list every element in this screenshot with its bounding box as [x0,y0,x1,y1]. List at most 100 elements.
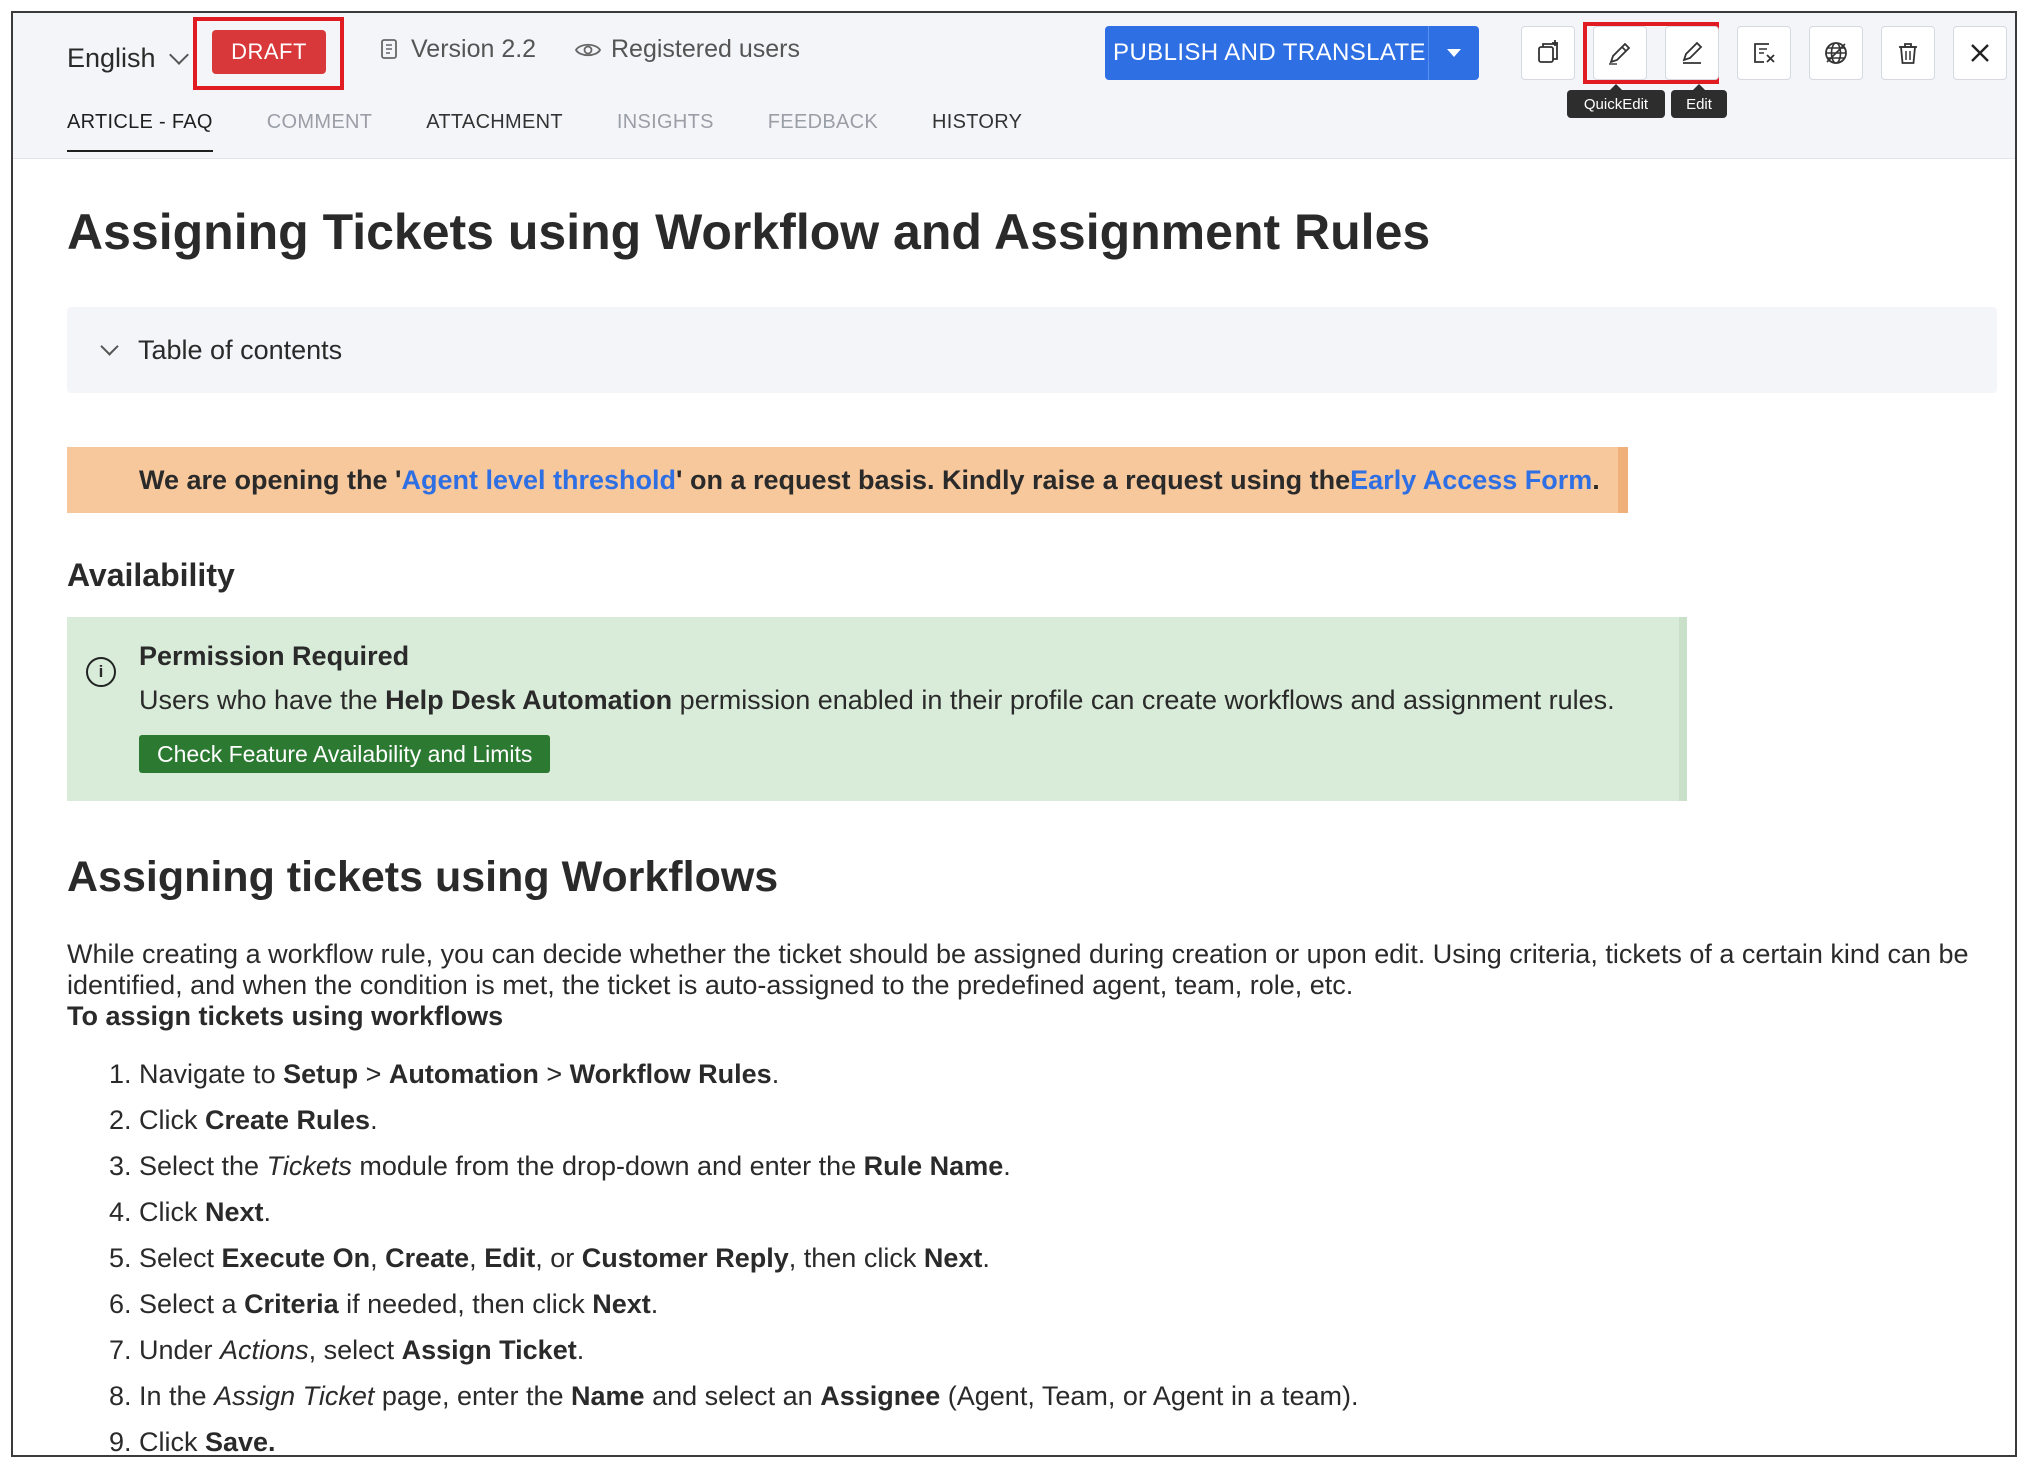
permission-name: Help Desk Automation [385,685,673,715]
step-text: Setup [283,1059,359,1089]
step-text: Automation [388,1059,539,1089]
step-item: Select a Criteria if needed, then click … [139,1285,1359,1331]
step-text: . [263,1197,272,1227]
step-text: Save. [205,1427,276,1457]
step-item: Click Create Rules. [139,1101,1359,1147]
info-icon: i [86,657,116,687]
step-text: In the [139,1381,215,1411]
tab-attachment[interactable]: ATTACHMENT [426,111,563,152]
step-text: if needed, then click [338,1289,593,1319]
step-text: , or [535,1243,582,1273]
edit-pencil-icon [1682,41,1703,64]
step-text: Click [139,1105,205,1135]
tab-bar: ARTICLE - FAQ COMMENT ATTACHMENT INSIGHT… [67,111,1076,152]
check-feature-availability-button[interactable]: Check Feature Availability and Limits [139,735,551,773]
unpublish-icon [1754,43,1775,63]
step-text: Rule Name [863,1151,1004,1181]
agent-level-threshold-link[interactable]: Agent level threshold [401,465,676,496]
step-text: Assign Ticket [401,1335,577,1365]
status-badge: DRAFT [212,30,326,74]
tab-insights[interactable]: INSIGHTS [617,111,714,152]
copy-add-icon [1538,40,1558,63]
permission-text-post: permission enabled in their profile can … [672,685,1615,715]
step-text: module from the drop-down and enter the [351,1151,864,1181]
step-text: Assignee [820,1381,941,1411]
table-of-contents[interactable]: Table of contents [67,307,1997,393]
step-item: Click Next. [139,1193,1359,1239]
visibility-label: Registered users [611,35,800,63]
step-text: Edit [484,1243,536,1273]
step-text: page, enter the [374,1381,572,1411]
step-text: (Agent, Team, or Agent in a team). [940,1381,1359,1411]
step-text: Select a [139,1289,245,1319]
notice-text-mid: ' on a request basis. Kindly raise a req… [676,464,1351,495]
step-text: Under [139,1335,221,1365]
step-text: Criteria [244,1289,339,1319]
step-text: , then click [788,1243,924,1273]
publish-and-translate-button[interactable]: PUBLISH AND TRANSLATE [1105,26,1479,80]
permission-callout: i Permission Required Users who have the… [67,617,1687,801]
language-selector[interactable]: English [67,43,189,74]
step-item: Navigate to Setup > Automation > Workflo… [139,1055,1359,1101]
caret-down-icon [1447,49,1461,57]
step-item: In the Assign Ticket page, enter the Nam… [139,1377,1359,1423]
trash-icon [1899,43,1917,64]
step-text: Next [592,1289,651,1319]
visibility-info[interactable]: Registered users [575,35,800,64]
step-text: Customer Reply [581,1243,789,1273]
steps-list: Navigate to Setup > Automation > Workflo… [67,1055,1359,1457]
chevron-down-icon [168,44,189,65]
publish-label: PUBLISH AND TRANSLATE [1113,39,1426,66]
delete-button[interactable] [1881,26,1935,80]
step-text: . [370,1105,378,1135]
step-text: > [538,1059,570,1089]
early-access-form-link[interactable]: Early Access Form [1350,465,1592,496]
eye-icon [575,43,601,56]
publish-dropdown-toggle[interactable] [1429,26,1479,80]
edit-button[interactable] [1665,26,1719,80]
language-label: English [67,43,156,73]
step-text: > [358,1059,389,1089]
document-icon [381,38,397,59]
step-item: Click Save. [139,1423,1359,1457]
notice-text-post: . [1592,464,1600,495]
step-text: Click [139,1197,205,1227]
step-text: Name [571,1381,645,1411]
article-editor-window: English DRAFT Version 2.2 Registered use… [11,11,2017,1457]
unpublish-button[interactable] [1737,26,1791,80]
permission-text: Users who have the Help Desk Automation … [139,685,1615,716]
section-paragraph: While creating a workflow rule, you can … [67,939,1987,1032]
tab-feedback[interactable]: FEEDBACK [768,111,878,152]
step-text: . [576,1335,585,1365]
step-text: and select an [644,1381,821,1411]
top-bar: English DRAFT Version 2.2 Registered use… [13,13,2015,159]
procedure-heading: To assign tickets using workflows [67,1001,504,1031]
create-copy-button[interactable] [1521,26,1575,80]
version-label: Version 2.2 [411,35,537,63]
step-text: Actions [220,1335,309,1365]
close-button[interactable] [1953,26,2007,80]
notice-text-pre: We are opening the ' [139,464,402,495]
step-text: , [469,1243,485,1273]
tab-history[interactable]: HISTORY [932,111,1022,152]
tab-article-faq[interactable]: ARTICLE - FAQ [67,111,213,152]
paragraph-text: While creating a workflow rule, you can … [67,939,1969,1000]
chevron-down-icon [100,336,119,356]
step-text: Next [923,1243,983,1273]
tab-comment[interactable]: COMMENT [267,111,372,152]
translate-globe-icon [1825,42,1847,64]
quick-edit-button[interactable] [1593,26,1647,80]
translate-button[interactable] [1809,26,1863,80]
step-text: , [370,1243,386,1273]
step-text: Next [205,1197,264,1227]
step-item: Under Actions, select Assign Ticket. [139,1331,1359,1377]
toc-label: Table of contents [138,334,343,365]
step-text: Navigate to [139,1059,284,1089]
step-text: Create [385,1243,470,1273]
step-text: Execute On [221,1243,371,1273]
version-info[interactable]: Version 2.2 [379,35,536,64]
permission-title: Permission Required [139,641,410,671]
quick-edit-tooltip: QuickEdit [1567,84,1665,118]
step-text: Tickets [266,1151,352,1181]
step-text: Select the [139,1151,267,1181]
